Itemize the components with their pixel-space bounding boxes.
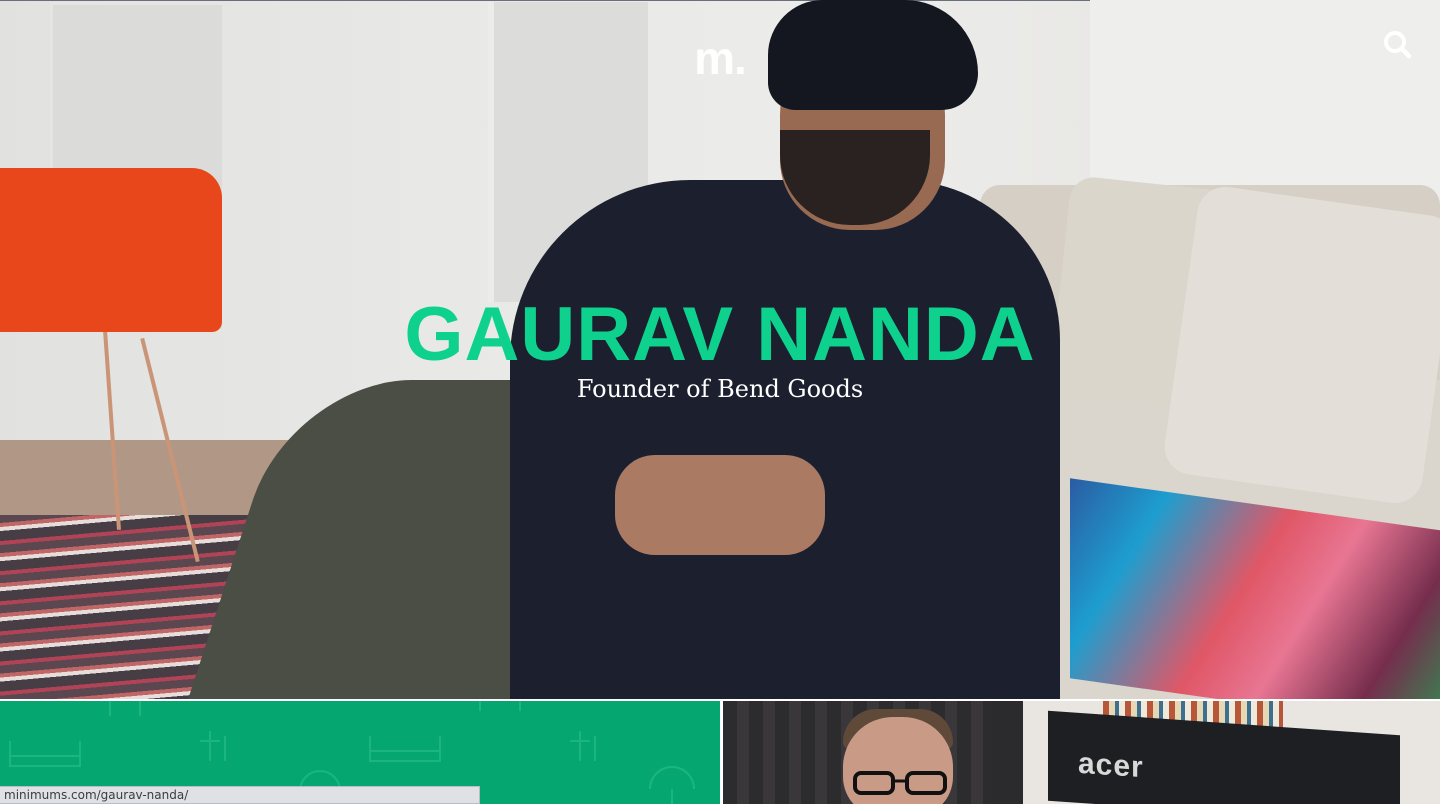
search-button[interactable] [1380, 28, 1414, 62]
hero-section[interactable]: m. GAURAV NANDA Founder of Bend Goods [0, 0, 1440, 699]
link-status-bar: minimums.com/gaurav-nanda/ [0, 786, 480, 804]
laptop-brand-logo: acer [1078, 746, 1144, 785]
search-icon [1384, 31, 1412, 59]
page-subtitle: Founder of Bend Goods [576, 375, 864, 403]
glasses-icon [853, 771, 947, 795]
site-logo[interactable]: m. [680, 30, 760, 86]
article-card-photo[interactable]: acer [723, 701, 1440, 804]
page-title: GAURAV NANDA [404, 292, 1036, 377]
